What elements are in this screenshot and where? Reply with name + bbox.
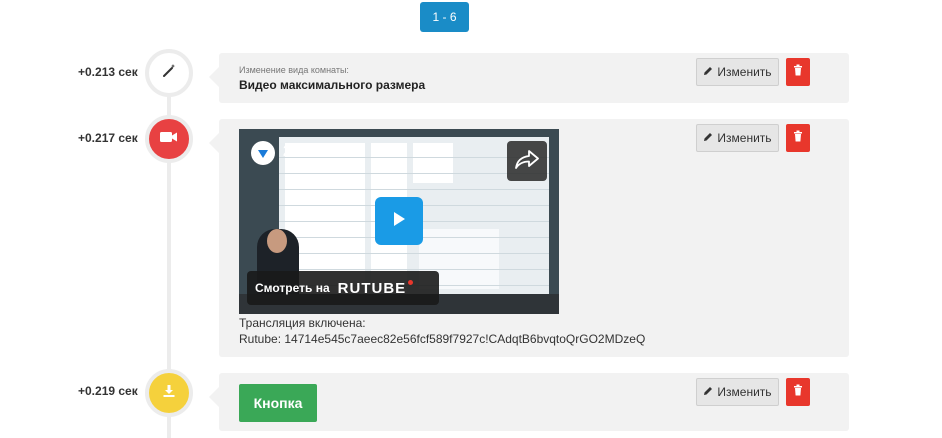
play-icon xyxy=(391,210,407,233)
stream-id: Rutube: 14714e545c7aeec82e56fcf589f7927c… xyxy=(239,332,646,346)
watch-on-rutube-button[interactable]: Смотреть на RUTUBE xyxy=(247,271,439,305)
edit-button[interactable]: Изменить xyxy=(696,378,779,406)
rutube-logo-icon xyxy=(251,141,275,165)
event-card: Изменение вида комнаты: Видео максимальн… xyxy=(209,53,849,103)
share-button[interactable] xyxy=(507,141,547,181)
event-title: Видео максимального размера xyxy=(239,78,426,92)
stream-status: Трансляция включена: xyxy=(239,316,366,330)
video-camera-icon xyxy=(160,130,178,148)
event-time: +0.217 сек xyxy=(78,131,138,145)
event-icon-bubble xyxy=(145,369,193,417)
edit-button-label: Изменить xyxy=(717,385,772,399)
rutube-brand: RUTUBE xyxy=(337,279,407,297)
delete-button[interactable] xyxy=(786,378,810,406)
delete-button[interactable] xyxy=(786,58,810,86)
download-icon xyxy=(162,384,176,403)
presenter-head xyxy=(267,229,287,253)
custom-button[interactable]: Кнопка xyxy=(239,384,317,422)
video-number: 2-1 xyxy=(283,143,307,160)
brand-dot-icon xyxy=(408,279,414,285)
event-icon-bubble xyxy=(145,115,193,163)
pencil-icon xyxy=(703,131,713,145)
trash-icon xyxy=(793,63,803,81)
event-label: Изменение вида комнаты: xyxy=(239,65,349,75)
event-time: +0.219 сек xyxy=(78,384,138,398)
trash-icon xyxy=(793,383,803,401)
trash-icon xyxy=(793,129,803,147)
magic-wand-icon xyxy=(161,63,177,84)
event-time: +0.213 сек xyxy=(78,65,138,79)
pencil-icon xyxy=(703,65,713,79)
edit-button-label: Изменить xyxy=(717,65,772,79)
edit-button-label: Изменить xyxy=(717,131,772,145)
play-button[interactable] xyxy=(375,197,423,245)
event-card: Кнопка Изменить xyxy=(209,373,849,431)
event-icon-bubble xyxy=(145,49,193,97)
event-card: 2-1 Смотреть на RUTUBE Трансляция включе… xyxy=(209,119,849,357)
pagination-button[interactable]: 1 - 6 xyxy=(420,2,469,32)
video-player[interactable]: 2-1 Смотреть на RUTUBE xyxy=(239,129,559,314)
share-arrow-icon xyxy=(514,149,540,174)
edit-button[interactable]: Изменить xyxy=(696,124,779,152)
delete-button[interactable] xyxy=(786,124,810,152)
pencil-icon xyxy=(703,385,713,399)
watch-label: Смотреть на xyxy=(255,281,330,295)
edit-button[interactable]: Изменить xyxy=(696,58,779,86)
